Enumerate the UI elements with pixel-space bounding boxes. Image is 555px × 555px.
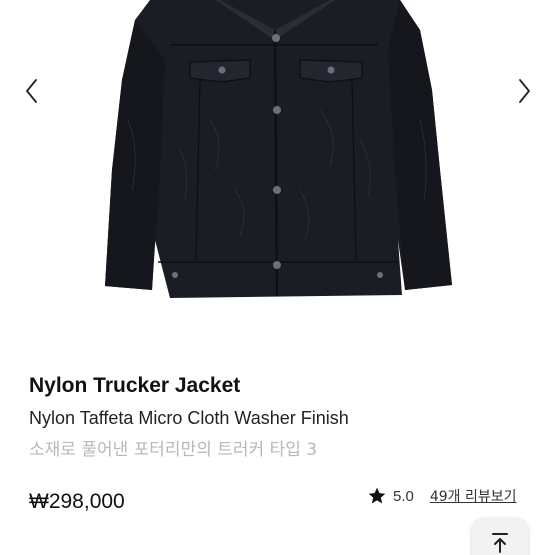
product-price: ₩298,000 [29, 490, 125, 513]
arrow-up-to-top-icon [492, 533, 508, 553]
product-image [105, 0, 452, 298]
product-subtitle: Nylon Taffeta Micro Cloth Washer Finish [29, 408, 349, 428]
product-description: 소재로 풀어낸 포터리만의 트러커 타입 3 [29, 440, 318, 460]
product-title: Nylon Trucker Jacket [29, 374, 241, 397]
product-detail-page: Nylon Trucker Jacket Nylon Taffeta Micro… [0, 0, 555, 555]
chevron-left-icon [26, 79, 37, 103]
rating-value: 5.0 [393, 487, 414, 505]
next-image-button[interactable] [510, 76, 540, 106]
previous-image-button[interactable] [16, 76, 46, 106]
scroll-to-top-button[interactable] [472, 518, 528, 555]
product-info: Nylon Trucker Jacket Nylon Taffeta Micro… [29, 370, 535, 466]
view-reviews-link[interactable]: 49개 리뷰보기 [430, 486, 517, 506]
chevron-right-icon [519, 79, 530, 103]
product-image-gallery[interactable] [0, 0, 555, 350]
star-icon [368, 487, 386, 504]
product-rating: 5.0 49개 리뷰보기 [367, 486, 517, 506]
